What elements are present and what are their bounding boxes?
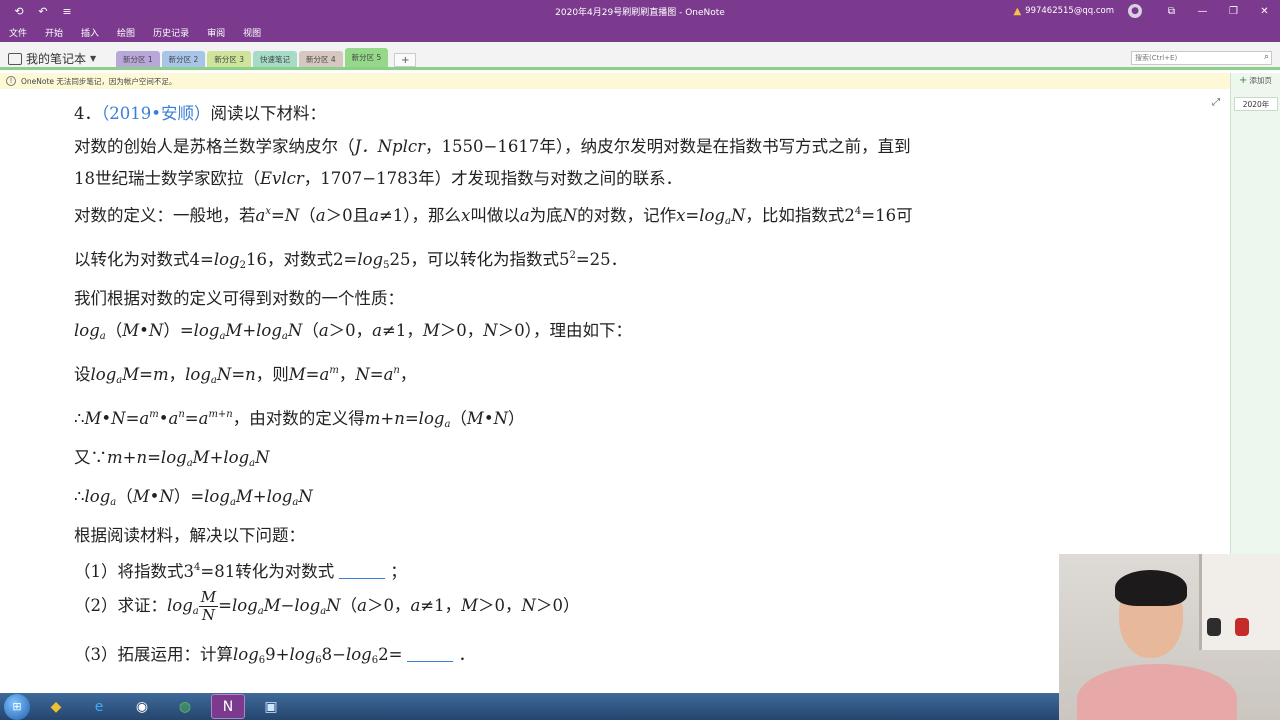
menu-review[interactable]: 审阅 [207,26,225,39]
paragraph-2: 18世纪瑞士数学家欧拉（Evlcr，1707−1783年）才发现指数与对数之间的… [74,165,682,189]
restore-button[interactable]: ❐ [1218,0,1249,22]
notebook-name: 我的笔记本 [26,52,87,66]
task-1: （1）将指数式34=81转化为对数式； [74,562,407,581]
page-item[interactable]: 2020年 [1234,97,1278,111]
answer-blank-2[interactable] [407,648,454,662]
info-icon: ! [6,76,16,86]
proof-conclusion: ∴loga（M•N）=logaM+logaN [74,487,313,508]
start-button[interactable]: ⊞ [4,693,30,720]
paragraph-1: 对数的创始人是苏格兰数学家纳皮尔（J．Nplcr，1550−1617年），纳皮尔… [74,133,911,157]
add-page-button[interactable]: + 添加页 [1239,75,1272,86]
menu-draw[interactable]: 绘图 [117,26,135,39]
menu-home[interactable]: 开始 [45,26,63,39]
question-heading: 4．（2019•安顺）阅读以下材料： [74,100,326,124]
section-tab-1[interactable]: 新分区 1 [116,51,160,67]
section-tab-4[interactable]: 新分区 4 [298,51,343,67]
avatar[interactable]: ● [1128,4,1142,18]
section-tab-quick-notes[interactable]: 快速笔记 [252,51,297,67]
screen-capture-icon[interactable]: ▣ [254,694,288,719]
speaker-icon [1207,618,1221,636]
definition-line-2: 以转化为对数式4=log216，对数式2=log525，可以转化为指数式52=2… [74,250,628,271]
section-tabs: 新分区 1 新分区 2 新分区 3 快速笔记 新分区 4 新分区 5 + [116,48,417,67]
notebook-selector[interactable]: 我的笔记本 ▼ [8,50,96,67]
menu-history[interactable]: 历史记录 [153,26,189,39]
section-tab-3[interactable]: 新分区 3 [207,51,251,67]
q1-mid: 转化为对数式 [235,562,335,581]
q1-prefix: （1）将指数式 [74,562,184,581]
navigation-row: 我的笔记本 ▼ 新分区 1 新分区 2 新分区 3 快速笔记 新分区 4 新分区… [0,42,1280,70]
expand-icon[interactable]: ⤢ [1212,97,1220,108]
notification-text: OneNote 无法同步笔记，因为帐户空间不足。 [21,76,177,86]
def2-prefix: 以转化为对数式 [74,250,190,269]
taskbar: ⊞ ◆ e ◉ ◍ N ▣ [0,693,1059,720]
browser-green-icon[interactable]: ◍ [168,694,202,719]
undo-icon[interactable]: ↶ [36,4,50,18]
add-section-button[interactable]: + [394,53,417,67]
webcam-video [1059,554,1280,720]
search-icon[interactable]: ⌕ [1264,52,1269,62]
hence-text: ，由对数的定义得 [232,409,365,428]
answer-blank-1[interactable] [339,565,386,579]
proof-step-3: 又∵m+n=logaM+logaN [74,448,270,469]
sync-notification: ! OneNote 无法同步笔记，因为帐户空间不足。 [0,73,1230,89]
webcam-person-hair [1115,570,1187,606]
p1-name: J．Nplcr [354,137,426,156]
menu-view[interactable]: 视图 [243,26,261,39]
chevron-down-icon: ▼ [90,54,97,63]
def-prefix: 对数的定义：一般地，若 [74,206,256,225]
search-input[interactable]: 搜索(Ctrl+E) ⌕ [1131,51,1272,65]
warning-icon[interactable]: ▲ [1013,6,1021,17]
question-source[interactable]: （2019•安顺） [101,104,210,123]
proof-step-1: 设logaM=m，logaN=n，则M=am，N=an， [74,365,417,386]
p1-text-2: ，1550−1617年），纳皮尔发明对数是在指数书写方式之前，直到 [425,137,911,156]
proof-step-2: ∴M•N=am•an=am+n，由对数的定义得m+n=loga（M•N） [74,409,525,430]
task-intro: 根据阅读材料，解决以下问题： [74,526,305,545]
customize-qat-icon[interactable]: ≡ [60,4,74,18]
fullscreen-icon[interactable]: ⧉ [1156,0,1187,22]
onenote-icon[interactable]: N [211,694,245,719]
app-360-icon[interactable]: ◆ [39,694,73,719]
ribbon-tabs: 文件 开始 插入 绘图 历史记录 审阅 视图 [0,22,1280,42]
add-page-label: 添加页 [1249,76,1272,85]
qq-icon[interactable]: ◉ [125,694,159,719]
plus-icon: + [1239,75,1248,86]
menu-insert[interactable]: 插入 [81,26,99,39]
question-number: 4． [74,104,101,123]
property-intro: 我们根据对数的定义可得到对数的一个性质： [74,289,404,308]
speaker-icon [1235,618,1249,636]
section-tab-2[interactable]: 新分区 2 [161,51,206,67]
q3-prefix: （3）拓展运用：计算 [74,645,233,664]
ie-browser-icon[interactable]: e [82,694,116,719]
fraction: MN [198,588,219,624]
close-button[interactable]: ✕ [1249,0,1280,22]
def-tail: 可 [896,206,913,225]
user-account[interactable]: 997462515@qq.com [1025,6,1114,16]
p2-text-2: ，1707−1783年）才发现指数与对数之间的联系． [303,169,683,188]
task-2: （2）求证：loga M N =logaM−logaN（a＞0，a≠1，M＞0，N＞0… [74,588,580,624]
notebook-icon [8,52,22,65]
p2-text: 18世纪瑞士数学家欧拉（ [74,169,260,188]
task-3: （3）拓展运用：计算log69+log68−log62= ． [74,645,475,666]
back-icon[interactable]: ⟲ [12,4,26,18]
q2-prefix: （2）求证： [74,596,167,615]
p1-text: 对数的创始人是苏格兰数学家纳皮尔（ [74,137,355,156]
section-tab-5[interactable]: 新分区 5 [344,48,389,67]
question-intro: 阅读以下材料： [210,104,326,123]
menu-file[interactable]: 文件 [9,26,27,39]
property-formula: loga（M•N）=logaM+logaN（a＞0，a≠1，M＞0，N＞0），理… [74,321,632,342]
search-placeholder: 搜索(Ctrl+E) [1135,54,1178,62]
p2-name: Evlcr [260,169,304,188]
minimize-button[interactable]: — [1187,0,1218,22]
reason-text: ，理由如下： [532,321,632,340]
definition-line: 对数的定义：一般地，若ax=N（a＞0且a≠1），那么x叫做以a为底N的对数，记… [74,206,913,227]
title-bar: ⟲ ↶ ≡ 2020年4月29号刷刷刷直播图 - OneNote ▲ 99746… [0,0,1280,22]
